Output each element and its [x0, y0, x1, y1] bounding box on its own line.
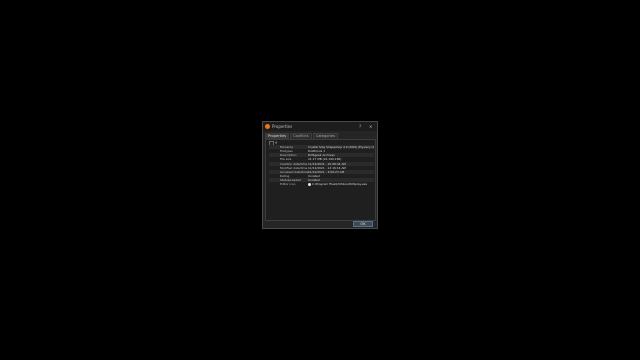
title-bar[interactable]: Properties ? ✕	[263, 122, 377, 131]
help-button[interactable]: ?	[359, 123, 361, 130]
close-button[interactable]: ✕	[369, 123, 372, 130]
sort-arrow-icon: ▲	[275, 140, 278, 144]
property-value-text: C:\Program Files\DOSbox\DOSplay.exe	[312, 182, 368, 187]
property-key: Editor icon	[280, 182, 296, 187]
property-list: Filename Crystal Slay Shapeshop 4.9 (DOS…	[269, 145, 374, 186]
property-value: C:\Program Files\DOSbox\DOSplay.exe	[308, 182, 374, 186]
app-icon	[265, 124, 270, 129]
window-title: Properties	[272, 124, 293, 129]
radio-icon[interactable]	[308, 182, 311, 186]
properties-dialog: Properties ? ✕ Properties Conflicts Cate…	[262, 121, 378, 229]
properties-panel: ▲ Filename Crystal Slay Shapeshop 4.9 (D…	[265, 139, 376, 221]
ok-button[interactable]: OK	[353, 221, 373, 227]
property-row[interactable]: Editor icon C:\Program Files\DOSbox\DOSp…	[269, 182, 374, 186]
